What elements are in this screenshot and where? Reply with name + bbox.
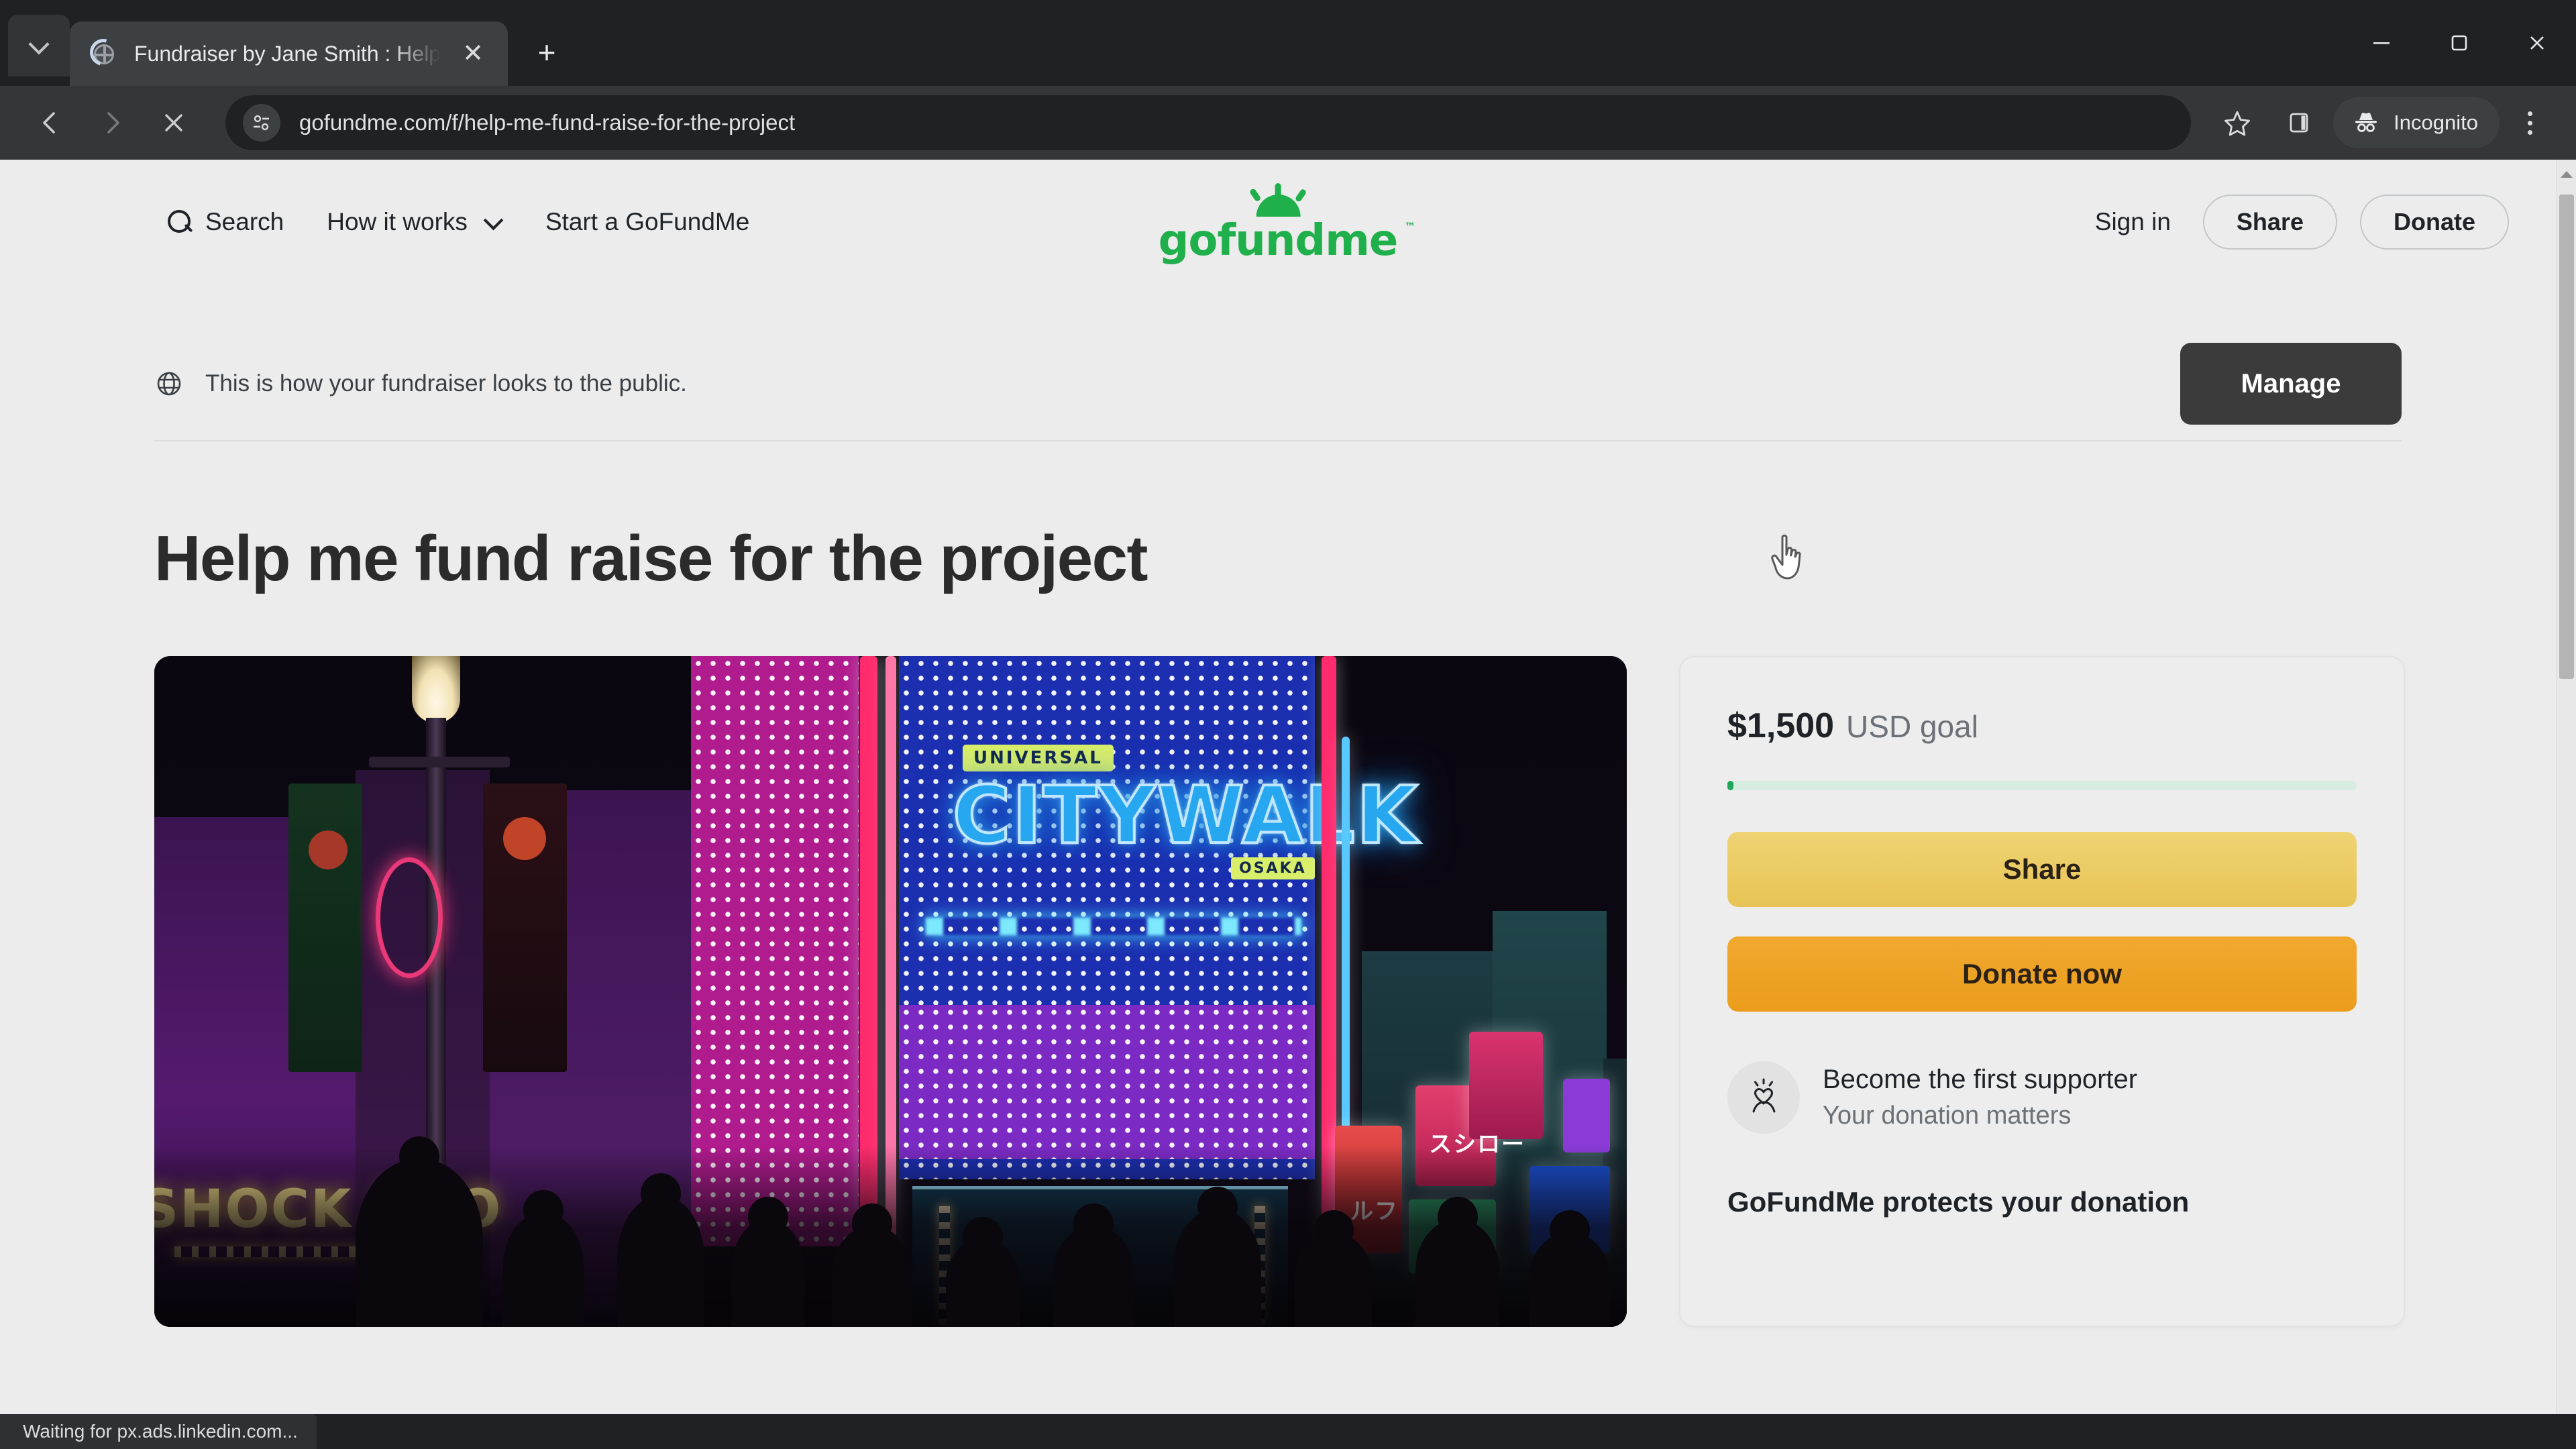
gofundme-page: Search How it works Start a GoFundMe gof…: [0, 160, 2556, 1414]
tab-strip: Fundraiser by Jane Smith : Help ✕ +: [0, 0, 2576, 86]
share-button[interactable]: Share: [1727, 831, 2357, 907]
globe-favicon: [85, 34, 122, 71]
sunrise-icon: [1218, 182, 1338, 218]
donation-panel: $1,500 USD goal Share Donate now Become …: [1679, 655, 2405, 1327]
browser-toolbar: gofundme.com/f/help-me-fund-raise-for-th…: [0, 86, 2576, 160]
trademark-mark: ™: [1404, 221, 1415, 234]
nav-search-label: Search: [205, 208, 284, 235]
nav-search[interactable]: Search: [154, 208, 305, 236]
header-donate-button[interactable]: Donate: [2359, 195, 2509, 250]
loading-spinner: [85, 34, 122, 71]
public-preview-bar: This is how your fundraiser looks to the…: [154, 327, 2402, 441]
protects-donation-heading: GoFundMe protects your donation: [1727, 1185, 2190, 1218]
page-viewport: Search How it works Start a GoFundMe gof…: [0, 160, 2576, 1414]
heart-hand-icon: [1727, 1061, 1800, 1134]
public-preview-text: This is how your fundraiser looks to the…: [205, 370, 687, 396]
nav-start-a-gofundme[interactable]: Start a GoFundMe: [524, 208, 771, 236]
page-scrollbar[interactable]: [2556, 160, 2576, 1414]
tab-title: Fundraiser by Jane Smith : Help: [134, 41, 441, 66]
progress-bar-fill: [1727, 780, 1734, 790]
tab-search-button[interactable]: [8, 15, 70, 76]
site-settings-icon[interactable]: [243, 104, 280, 142]
incognito-indicator[interactable]: Incognito: [2333, 97, 2500, 148]
browser-tab[interactable]: Fundraiser by Jane Smith : Help ✕: [70, 21, 508, 86]
hero-image[interactable]: SHOCK SHO UNIVERSAL CITYWALK OSAKA: [154, 655, 1627, 1327]
star-icon[interactable]: [2210, 95, 2265, 150]
mouse-cursor-pointer: [1768, 533, 1809, 586]
scroll-up-arrow-icon[interactable]: [2557, 160, 2576, 189]
minimize-icon[interactable]: [2343, 0, 2420, 86]
goal-suffix: USD goal: [1846, 708, 1978, 744]
manage-button[interactable]: Manage: [2180, 343, 2402, 425]
sign-in-button[interactable]: Sign in: [2086, 208, 2180, 236]
address-bar[interactable]: gofundme.com/f/help-me-fund-raise-for-th…: [225, 95, 2192, 150]
goal-row: $1,500 USD goal: [1727, 706, 2357, 746]
back-arrow-icon[interactable]: [23, 95, 78, 150]
nav-how-it-works-label: How it works: [327, 208, 468, 235]
incognito-label: Incognito: [2394, 111, 2478, 134]
chevron-down-icon: [485, 213, 502, 231]
chevron-down-icon: [29, 36, 49, 56]
primary-nav: Search How it works Start a GoFundMe: [154, 208, 771, 236]
progress-bar: [1727, 780, 2357, 790]
forward-arrow-icon[interactable]: [85, 95, 140, 150]
logo-wordmark: gofundme ™: [1158, 216, 1416, 266]
close-icon[interactable]: ✕: [455, 36, 490, 71]
incognito-hat-icon: [2355, 113, 2377, 132]
goal-amount: $1,500: [1727, 706, 1835, 745]
search-icon: [166, 209, 193, 235]
url-text: gofundme.com/f/help-me-fund-raise-for-th…: [299, 110, 796, 135]
globe-icon: [154, 369, 184, 398]
stop-loading-icon[interactable]: [146, 95, 201, 150]
page-title: Help me fund raise for the project: [154, 523, 1148, 594]
new-tab-button[interactable]: +: [523, 28, 571, 76]
maximize-restore-icon[interactable]: [2420, 0, 2498, 86]
public-preview-note: This is how your fundraiser looks to the…: [154, 369, 687, 398]
browser-window: Fundraiser by Jane Smith : Help ✕ + gofu…: [0, 0, 2576, 1449]
site-header: Search How it works Start a GoFundMe gof…: [0, 178, 2556, 266]
side-panel-icon[interactable]: [2271, 95, 2326, 150]
first-supporter-title: Become the first supporter: [1823, 1064, 2138, 1094]
scrollbar-thumb[interactable]: [2559, 195, 2574, 679]
nav-start-label: Start a GoFundMe: [545, 208, 750, 235]
nav-how-it-works[interactable]: How it works: [305, 208, 524, 236]
status-bar: Waiting for px.ads.linkedin.com...: [0, 1414, 317, 1449]
header-share-button[interactable]: Share: [2202, 195, 2337, 250]
first-supporter-block: Become the first supporter Your donation…: [1727, 1061, 2357, 1134]
content-row: SHOCK SHO UNIVERSAL CITYWALK OSAKA: [154, 655, 2405, 1327]
donate-now-button[interactable]: Donate now: [1727, 936, 2357, 1012]
window-controls: [2343, 0, 2576, 86]
kebab-menu-icon[interactable]: [2506, 95, 2553, 150]
secondary-nav: Sign in Share Donate: [2086, 195, 2509, 250]
window-close-icon[interactable]: [2498, 0, 2576, 86]
first-supporter-subtitle: Your donation matters: [1823, 1101, 2072, 1130]
gofundme-logo[interactable]: gofundme ™: [1158, 182, 1416, 266]
first-supporter-text: Become the first supporter Your donation…: [1823, 1065, 2137, 1130]
